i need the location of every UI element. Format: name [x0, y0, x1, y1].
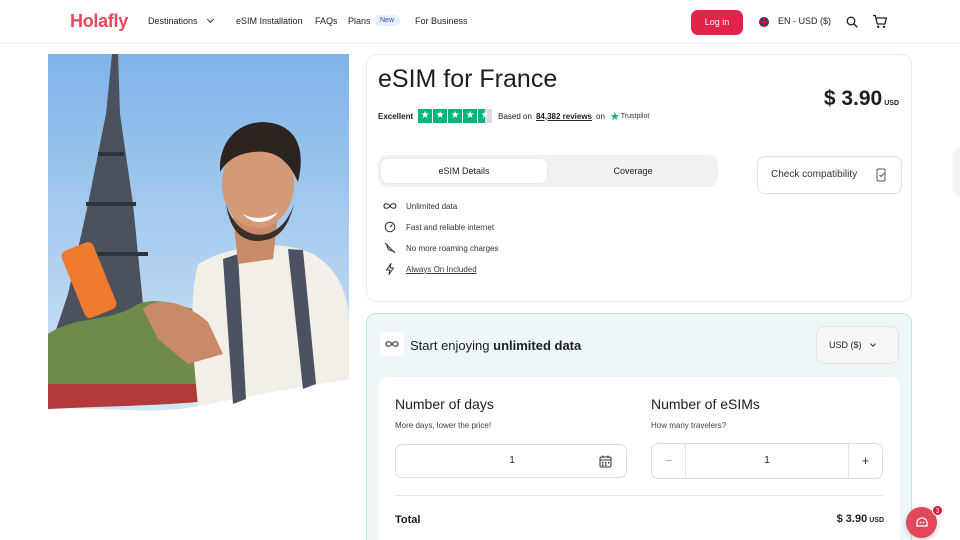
esims-value[interactable]: 1 [686, 455, 848, 466]
trustpilot-label: Trustpilot [620, 112, 650, 120]
always-on-link[interactable]: Always On Included [406, 265, 477, 274]
price-amount: $ 3.90 [823, 87, 883, 110]
feature-fast-internet: Fast and reliable internet [383, 220, 494, 234]
nav-plans[interactable]: Plans [348, 16, 371, 26]
holafly-logo[interactable]: Holafly [70, 11, 128, 32]
star-icon: ★ [418, 109, 433, 123]
calendar-icon[interactable] [599, 455, 612, 468]
days-subtitle: More days, lower the price! [395, 421, 492, 430]
total-amount: $ 3.90 [836, 513, 868, 525]
no-roaming-icon [383, 241, 397, 255]
check-compatibility-label: Check compatibility [771, 169, 858, 180]
product-card: eSIM for France $ 3.90 USD Excellent ★ ★ … [366, 54, 912, 302]
new-badge: New [374, 15, 401, 26]
esims-subtitle: How many travelers? [651, 421, 727, 430]
nav-esim-installation[interactable]: eSIM Installation [236, 16, 303, 26]
esims-stepper: − 1 + [651, 443, 883, 479]
notification-badge: 3 [932, 505, 943, 516]
trustpilot-rating: Excellent ★ ★ ★ ★ ★ Based on 84,382 revi… [378, 109, 649, 123]
nav-destinations-label: Destinations [148, 16, 198, 26]
total-price: $ 3.90 USD [837, 513, 884, 525]
details-tabs: eSIM Details Coverage [378, 155, 718, 187]
cart-icon[interactable] [872, 14, 888, 29]
plan-selector-panel: Start enjoying unlimited data USD ($) Nu… [366, 313, 912, 540]
plan-title-bold: unlimited data [493, 338, 582, 353]
based-on-text: Based on [498, 111, 532, 121]
divider [395, 495, 883, 496]
currency-select-value: USD ($) [829, 340, 862, 350]
login-button[interactable]: Log in [691, 10, 743, 35]
uk-flag-icon [759, 17, 769, 27]
product-price: $ 3.90 USD [824, 87, 899, 111]
feature-always-on: Always On Included [383, 262, 477, 276]
nav-faqs[interactable]: FAQs [315, 16, 338, 26]
feature-label: Fast and reliable internet [406, 222, 495, 232]
trustpilot-star-icon: ★ [609, 110, 620, 123]
speedometer-icon [383, 220, 397, 234]
on-text: on [596, 111, 605, 121]
feature-label: No more roaming charges [406, 243, 499, 253]
star-icon: ★ [463, 109, 478, 123]
total-label: Total [395, 514, 421, 526]
plan-title-prefix: Start enjoying [410, 338, 490, 353]
esims-title: Number of eSIMs [651, 396, 760, 412]
phone-check-icon [876, 168, 886, 182]
lightning-icon [383, 262, 397, 276]
chat-icon [915, 516, 928, 527]
plan-options-card: Number of days More days, lower the pric… [379, 377, 900, 540]
nav-for-business[interactable]: For Business [415, 16, 468, 26]
feature-no-roaming: No more roaming charges [383, 241, 498, 255]
star-icon: ★ [433, 109, 448, 123]
infinity-icon [380, 332, 404, 356]
feature-unlimited-data: Unlimited data [383, 199, 457, 213]
plan-title: Start enjoying unlimited data [410, 338, 581, 353]
search-icon[interactable] [846, 16, 858, 28]
rating-label: Excellent [378, 111, 414, 121]
hero-image [48, 54, 349, 411]
page-title: eSIM for France [378, 65, 558, 93]
days-title: Number of days [395, 396, 494, 412]
feature-label: Unlimited data [406, 201, 458, 211]
reviews-link[interactable]: 84,382 reviews [536, 112, 592, 121]
total-currency: USD [869, 517, 884, 524]
site-header: Holafly Destinations eSIM Installation F… [0, 0, 960, 44]
chevron-down-icon [206, 15, 214, 24]
increment-button[interactable]: + [848, 444, 882, 478]
chevron-down-icon [869, 341, 876, 347]
days-input[interactable]: 1 [395, 444, 627, 478]
star-icon: ★ [448, 109, 463, 123]
price-currency: USD [884, 100, 899, 107]
tab-coverage[interactable]: Coverage [558, 159, 708, 183]
check-compatibility-button[interactable]: Check compatibility [757, 156, 902, 194]
language-currency-selector[interactable]: EN - USD ($) [778, 16, 831, 26]
decrement-button[interactable]: − [652, 444, 686, 478]
infinity-icon [383, 199, 397, 213]
currency-select[interactable]: USD ($) [816, 326, 899, 364]
tab-esim-details[interactable]: eSIM Details [381, 159, 547, 183]
side-drawer-handle[interactable] [954, 148, 960, 196]
half-star-icon: ★ [478, 109, 493, 123]
days-value: 1 [509, 455, 515, 466]
nav-destinations[interactable]: Destinations [148, 15, 214, 26]
